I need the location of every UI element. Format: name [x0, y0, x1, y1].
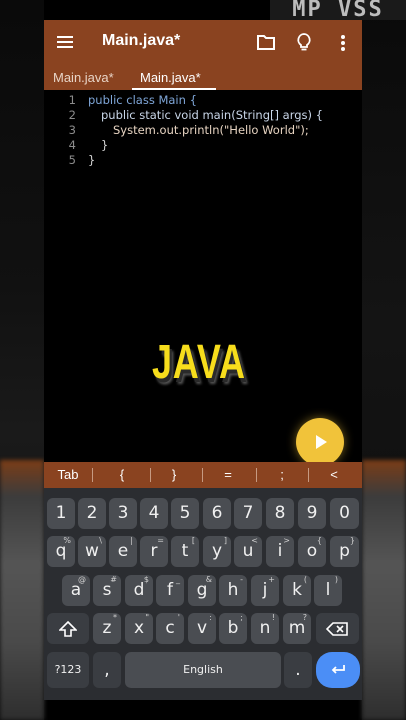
tab-main-java-2[interactable]: Main.java* — [140, 70, 201, 85]
key-8[interactable]: 8 — [266, 498, 294, 529]
key-4[interactable]: 4 — [140, 498, 168, 529]
key-c[interactable]: c ' — [156, 613, 184, 644]
code-line: 3 System.out.println("Hello World"); — [44, 122, 362, 138]
key-2[interactable]: 2 — [78, 498, 106, 529]
key-x[interactable]: x " — [125, 613, 153, 644]
line-number: 3 — [68, 123, 76, 137]
line-number: 4 — [68, 138, 76, 152]
code-line: 2 public static void main(String[] args)… — [44, 107, 362, 123]
symbol-key-close-brace[interactable]: } — [154, 462, 194, 488]
code-text: public static void main(String[] args) { — [101, 108, 323, 122]
code-line: 5 } — [44, 152, 362, 168]
phone-screen: Main.java* Main.java* Main.java* 1 publi… — [44, 20, 362, 700]
enter-icon — [331, 665, 345, 674]
divider — [308, 468, 309, 482]
key-n[interactable]: n! — [251, 613, 279, 644]
divider — [92, 468, 93, 482]
backspace-icon — [326, 622, 348, 636]
code-text: } — [101, 138, 109, 152]
java-caption: JAVA — [152, 336, 246, 389]
file-tab-bar: Main.java* Main.java* — [44, 66, 362, 90]
key-f[interactable]: f _ — [156, 575, 184, 606]
symbol-key-open-brace[interactable]: { — [102, 462, 142, 488]
key-g[interactable]: g & — [188, 575, 216, 606]
code-text: public class Main { — [88, 93, 197, 107]
symbol-key-equals[interactable]: = — [208, 462, 248, 488]
code-line: 1 public class Main { — [44, 92, 362, 108]
symbol-key-tab[interactable]: Tab — [48, 462, 88, 488]
key-3[interactable]: 3 — [109, 498, 137, 529]
lightbulb-icon[interactable] — [297, 33, 311, 51]
key-5[interactable]: 5 — [171, 498, 199, 529]
key-p[interactable]: p} — [330, 536, 359, 567]
active-tab-indicator — [132, 88, 216, 90]
key-t[interactable]: t[ — [171, 536, 199, 567]
play-icon — [316, 435, 327, 449]
symbol-key-semicolon[interactable]: ; — [262, 462, 302, 488]
key-7[interactable]: 7 — [234, 498, 262, 529]
key-z[interactable]: z * — [93, 613, 121, 644]
symbol-bar: Tab { } = ; < — [44, 462, 362, 488]
key-y[interactable]: y] — [203, 536, 231, 567]
code-text: System.out.println("Hello World"); — [113, 123, 309, 137]
key-9[interactable]: 9 — [298, 498, 326, 529]
line-number: 5 — [68, 153, 76, 167]
run-button[interactable] — [296, 418, 344, 466]
app-title: Main.java* — [102, 32, 181, 49]
code-text: } — [88, 153, 96, 167]
enter-key[interactable] — [316, 652, 360, 688]
key-w[interactable]: w \ — [78, 536, 106, 567]
folder-icon[interactable] — [257, 34, 275, 50]
key-l[interactable]: l) — [314, 575, 342, 606]
key-e[interactable]: e | — [109, 536, 137, 567]
backdrop-band-left — [0, 460, 44, 720]
key-0[interactable]: 0 — [330, 498, 359, 529]
key-m[interactable]: m? — [283, 613, 311, 644]
line-number: 2 — [68, 108, 76, 122]
key-r[interactable]: r = — [140, 536, 168, 567]
divider — [150, 468, 151, 482]
divider — [202, 468, 203, 482]
watermark: MP VSS — [270, 0, 406, 20]
symbol-key-less-than[interactable]: < — [314, 462, 354, 488]
symbols-key[interactable]: ?123 — [47, 652, 89, 688]
key-k[interactable]: k( — [283, 575, 311, 606]
shift-icon — [59, 621, 77, 637]
soft-keyboard: 1 2 3 4 5 6 7 8 9 0 q% w \ e | r = t[ y] u <… — [44, 488, 362, 700]
more-vert-icon[interactable] — [341, 35, 345, 51]
key-a[interactable]: a @ — [62, 575, 90, 606]
key-d[interactable]: d $ — [125, 575, 153, 606]
code-line: 4 } — [44, 137, 362, 153]
key-6[interactable]: 6 — [203, 498, 231, 529]
key-v[interactable]: v: — [188, 613, 216, 644]
key-h[interactable]: h- — [219, 575, 247, 606]
backspace-key[interactable] — [316, 613, 359, 644]
period-key[interactable]: . — [284, 652, 312, 688]
code-editor[interactable]: 1 public class Main { 2 public static vo… — [44, 92, 362, 462]
backdrop-band-right — [362, 460, 406, 720]
key-s[interactable]: s # — [93, 575, 121, 606]
key-u[interactable]: u < — [234, 536, 262, 567]
comma-key[interactable]: , — [93, 652, 121, 688]
app-bar: Main.java* — [44, 20, 362, 66]
key-i[interactable]: i > — [266, 536, 294, 567]
space-key[interactable]: English — [125, 652, 281, 688]
tab-main-java-1[interactable]: Main.java* — [53, 70, 114, 85]
key-j[interactable]: j + — [251, 575, 279, 606]
key-1[interactable]: 1 — [47, 498, 75, 529]
key-b[interactable]: b; — [219, 613, 247, 644]
key-o[interactable]: o{ — [298, 536, 326, 567]
menu-icon[interactable] — [57, 36, 73, 48]
key-q[interactable]: q% — [47, 536, 75, 567]
line-number: 1 — [68, 93, 76, 107]
shift-key[interactable] — [47, 613, 89, 644]
divider — [256, 468, 257, 482]
